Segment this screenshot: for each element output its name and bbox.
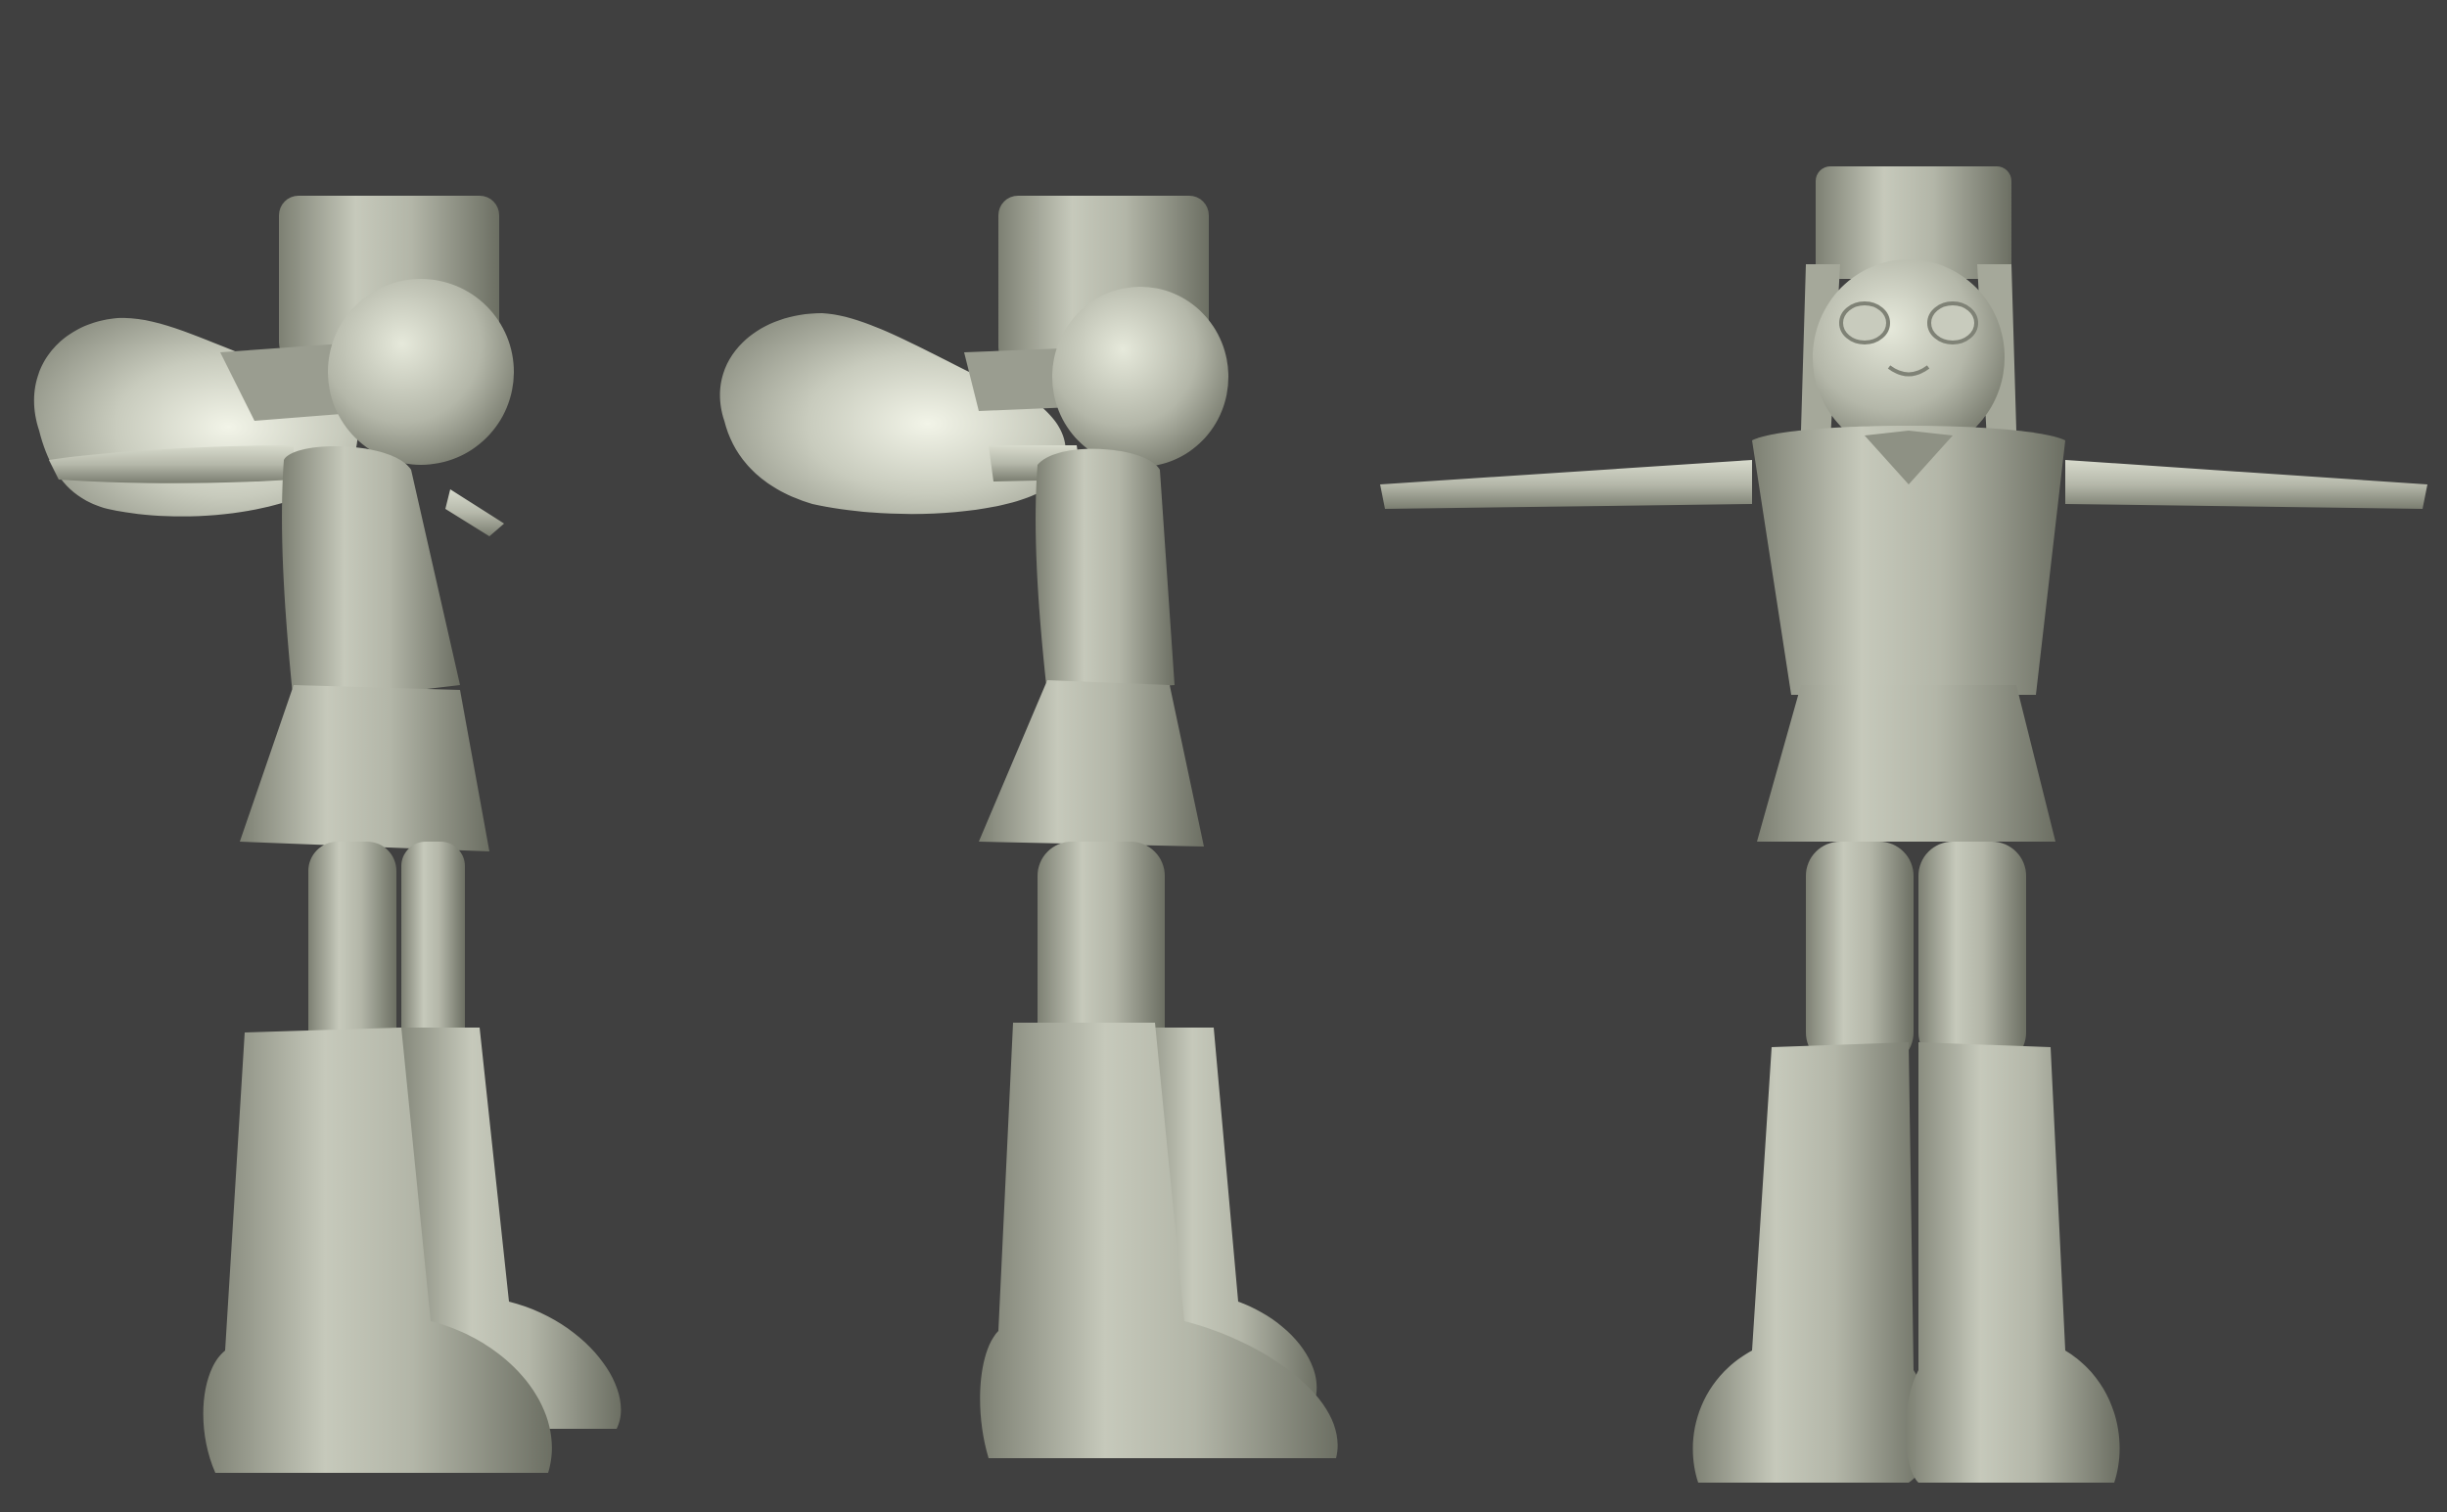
render-canvas [33, 166, 2427, 1483]
viewport [0, 0, 2447, 1512]
torso [1036, 448, 1175, 695]
right-boot [1905, 1042, 2120, 1483]
figure-side-view [719, 196, 1338, 1458]
right-arm [445, 489, 504, 536]
skirt [240, 685, 489, 851]
head [328, 279, 514, 465]
right-arm [2065, 460, 2427, 509]
skirt [1757, 685, 2055, 842]
figure-three-quarter-view [33, 196, 622, 1473]
left-eye [1839, 301, 1890, 344]
right-eye [1927, 301, 1978, 344]
left-arm [1380, 460, 1752, 509]
left-boot [1692, 1042, 1930, 1483]
left-leg [1806, 842, 1914, 1067]
torso [282, 446, 460, 705]
figure-front-view [1380, 166, 2427, 1483]
boot-front [980, 1023, 1338, 1458]
right-leg [1918, 842, 2026, 1067]
skirt [979, 680, 1204, 847]
head [1052, 287, 1228, 467]
